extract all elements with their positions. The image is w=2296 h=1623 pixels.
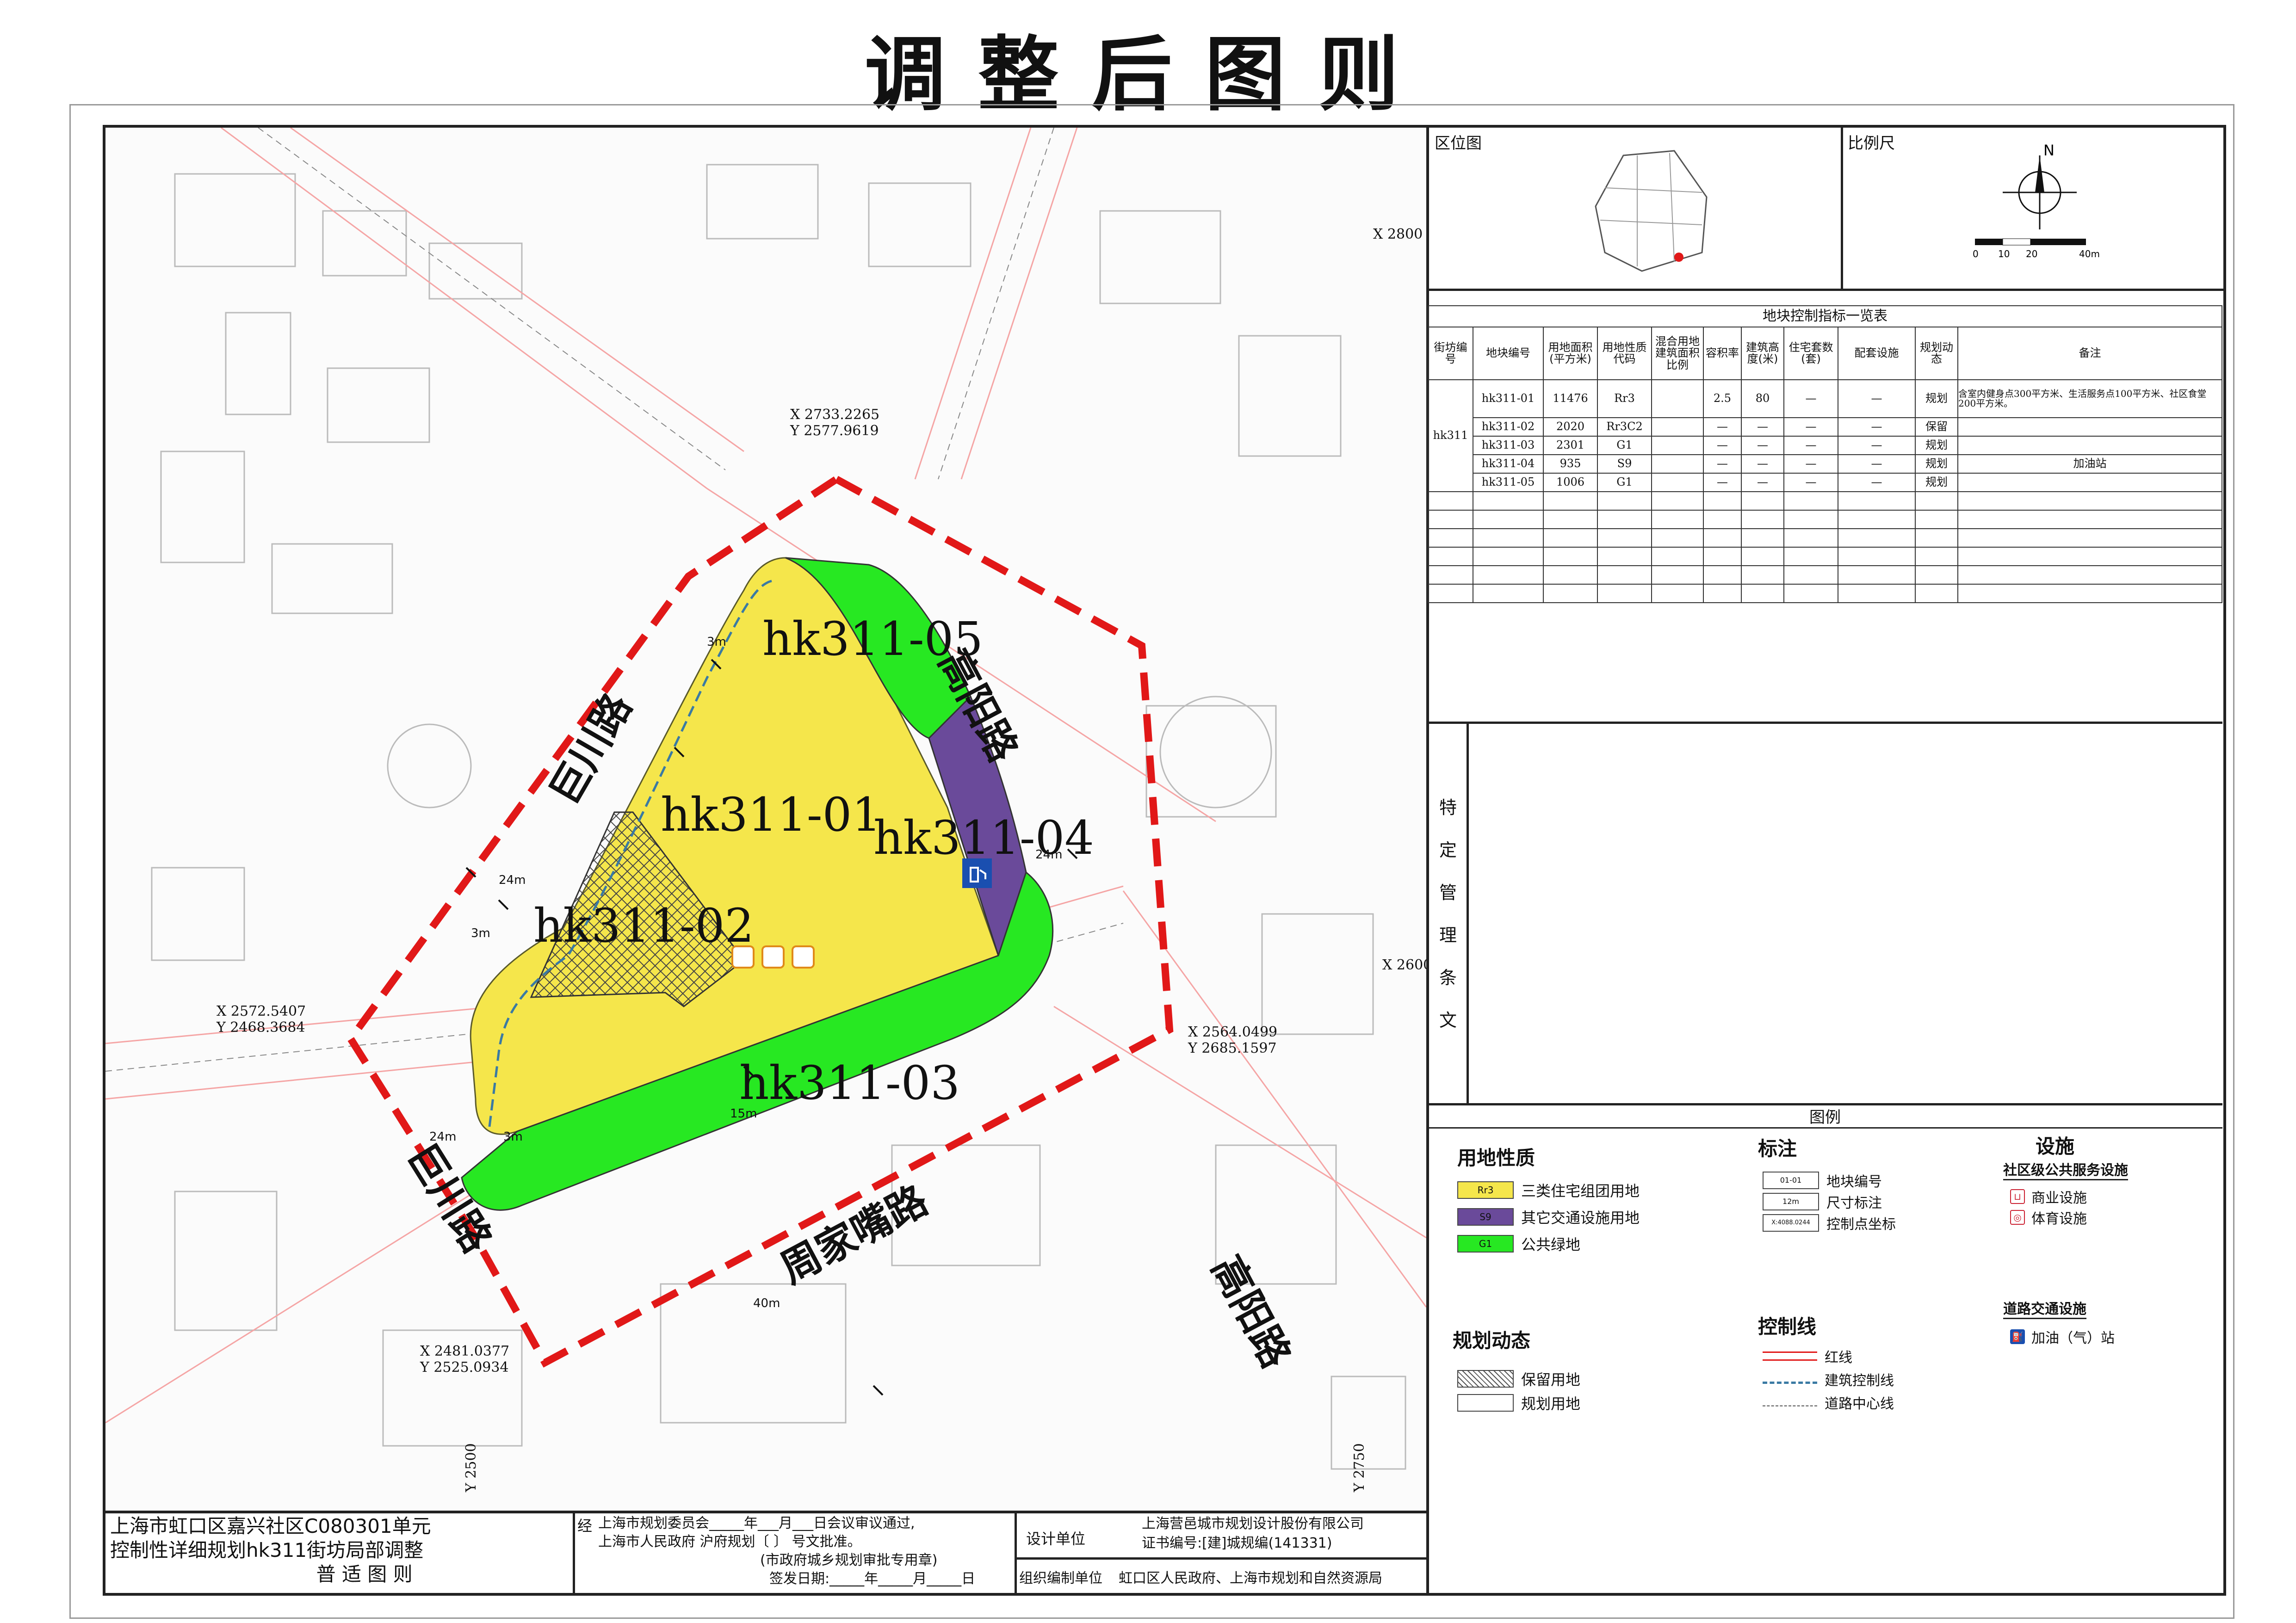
dim-label: 24m [429,1130,456,1144]
gas-station-icon: ⛽ [2010,1329,2025,1344]
legend-item: 道路中心线 [1763,1392,1894,1413]
coord-y: Y 2685.1597 [1188,1040,1277,1056]
project-title: 上海市虹口区嘉兴社区C080301单元 控制性详细规划hk311街坊局部调整 普… [110,1515,431,1586]
map-canvas: hk311-05 hk311-01 hk311-04 hk311-02 hk31… [105,128,1426,1493]
coord-y: Y 2525.0934 [420,1359,509,1376]
design-company: 上海营邑城市规划设计股份有限公司 证书编号:[建]城规编(141331) [1142,1516,1364,1551]
legend-item: 规划用地 [1457,1392,1580,1413]
svg-text:10: 10 [1998,248,2010,259]
parcel-label: hk311-03 [739,1056,960,1110]
north-icon: N [2043,142,2055,159]
legend-control-title: 控制线 [1758,1315,1817,1338]
legend-landuse-title: 用地性质 [1457,1147,1535,1169]
dim-label: 3m [707,635,726,649]
map-area: hk311-05 hk311-01 hk311-04 hk311-02 hk31… [105,128,1426,1511]
grid-label: X 2600 [1382,957,1426,973]
commercial-facility-icon [761,945,785,969]
grid-label: Y 2500 [463,1443,479,1493]
approval-block: 上海市规划委员会_____年___月___日会议审议通过, 上海市人民政府 沪府… [598,1515,976,1587]
scale-label: 比例尺 [1848,134,1895,153]
legend-item: ⊔ 商业设施 [2010,1186,2087,1207]
legend-item: ⛽ 加油（气）站 [2010,1327,2115,1347]
legend-item: G1 公共绿地 [1457,1233,1580,1254]
legend-traffic-title: 道路交通设施 [2003,1297,2086,1319]
dim-label: 40m [753,1296,780,1310]
svg-text:20: 20 [2026,248,2037,259]
table-row: hk311-05 1006 G1— — — — 规划 [1428,473,2222,492]
table-row: hk311 hk311-01 11476 Rr3 2.5 80— — 规划 含室内健身点300… [1428,379,2222,492]
grid-label: X 2800 [1373,226,1423,242]
svg-text:40m: 40m [2079,248,2100,259]
sports-icon: ◎ [2010,1210,2025,1225]
grid-label: Y 2750 [1351,1443,1368,1493]
dim-label: 3m [471,926,490,940]
location-map [1595,150,1708,272]
legend-item: S9 其它交通设施用地 [1457,1206,1640,1228]
parcel-label: hk311-02 [533,899,754,953]
table-row: hk311-03 2301 G1— — — — 规划 [1428,436,2222,455]
special-rules-label: 特定管理条文 [1439,797,1457,1031]
legend-title: 图例 [1428,1105,2222,1129]
legend-item: 01-01 地块编号 [1763,1170,1882,1191]
legend-item: ◎ 体育设施 [2010,1207,2087,1228]
dim-label: 24m [499,873,526,887]
legend-item: X:4088.0244 控制点坐标 [1763,1213,1896,1233]
coord-x: X 2572.5407 [217,1003,306,1019]
dim-label: 3m [503,1130,523,1144]
table-row: hk311-02 2020 Rr3C2— — — — 保留 [1428,417,2222,437]
coord-x: X 2564.0499 [1188,1024,1277,1040]
coord-y: Y 2468.3684 [216,1019,305,1036]
legend-item: Rr3 三类住宅组团用地 [1457,1179,1640,1201]
legend-item: 12m 尺寸标注 [1763,1191,1882,1212]
legend-dynamic-title: 规划动态 [1453,1329,1531,1352]
legend-item: 保留用地 [1457,1368,1580,1389]
legend-item: 红线 [1763,1346,1852,1366]
table-caption: 地块控制指标一览表 [1428,305,2222,327]
legend-facility-title: 设施 [2036,1135,2075,1158]
commercial-facility-icon [792,945,815,969]
legend-marks-title: 标注 [1758,1137,1797,1160]
road-label: 巨川路 [541,685,641,812]
road-label: 高阳路 [1202,1248,1300,1376]
title-block: 上海市虹口区嘉兴社区C080301单元 控制性详细规划hk311街坊局部调整 普… [105,1511,1426,1593]
parcel-label: hk311-01 [661,788,881,842]
dim-label: 24m [1035,848,1062,862]
commercial-icon: ⊔ [2010,1189,2025,1204]
coord-x: X 2733.2265 [790,407,879,423]
dim-label: 15m [730,1107,757,1121]
coord-x: X 2481.0377 [420,1343,509,1359]
table-row: hk311-04 935 S9— — — — 规划 加油站 [1428,454,2222,474]
location-map-label: 区位图 [1435,134,1482,153]
coord-y: Y 2577.9619 [790,423,879,439]
indicator-table: 地块控制指标一览表 街坊编号 地块编号 用地面积(平方米) 用地性质代码 混合用… [1428,305,2222,603]
legend-item: 建筑控制线 [1763,1369,1894,1389]
north-arrow-scale: N 0 10 20 40m [1973,142,2100,259]
svg-text:0: 0 [1973,248,1979,259]
legend-facility-sub: 社区级公共服务设施 [2003,1159,2128,1180]
